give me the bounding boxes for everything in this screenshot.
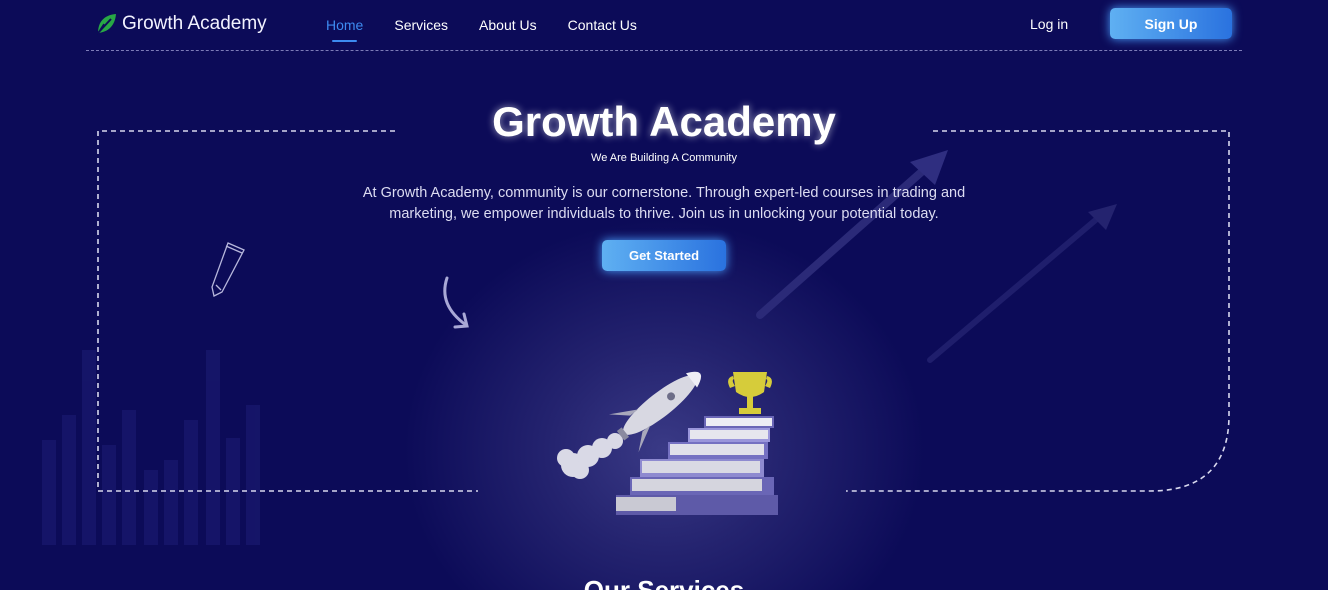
hero-description: At Growth Academy, community is our corn…	[362, 185, 966, 222]
background-bar-chart	[42, 350, 260, 545]
nav-link-home[interactable]: Home	[326, 17, 363, 42]
hero-subtitle: We Are Building A Community	[591, 152, 737, 164]
background-growth-arrows	[756, 150, 1117, 363]
hero-title: Growth Academy	[492, 98, 836, 145]
nav-links: Home Services About Us Contact Us	[326, 17, 668, 42]
services-section-title: Our Services	[583, 575, 745, 590]
get-started-button[interactable]: Get Started	[602, 240, 726, 271]
landing-page: Growth Academy Home Services About Us Co…	[0, 0, 1328, 590]
leaf-icon	[96, 14, 116, 35]
rocket-books-trophy-illustration	[557, 371, 778, 515]
nav-link-contact-us[interactable]: Contact Us	[568, 17, 637, 33]
signup-button[interactable]: Sign Up	[1110, 8, 1232, 39]
top-navbar: Growth Academy Home Services About Us Co…	[86, 0, 1242, 51]
nav-link-about-us[interactable]: About Us	[479, 17, 537, 33]
curved-arrow-icon	[443, 276, 469, 329]
brand-logo[interactable]: Growth Academy	[94, 12, 267, 36]
hero-decorations	[42, 130, 1230, 545]
pencil-icon	[211, 242, 245, 297]
login-link[interactable]: Log in	[1030, 16, 1068, 32]
brand-name: Growth Academy	[122, 13, 267, 34]
nav-link-services[interactable]: Services	[394, 17, 448, 33]
